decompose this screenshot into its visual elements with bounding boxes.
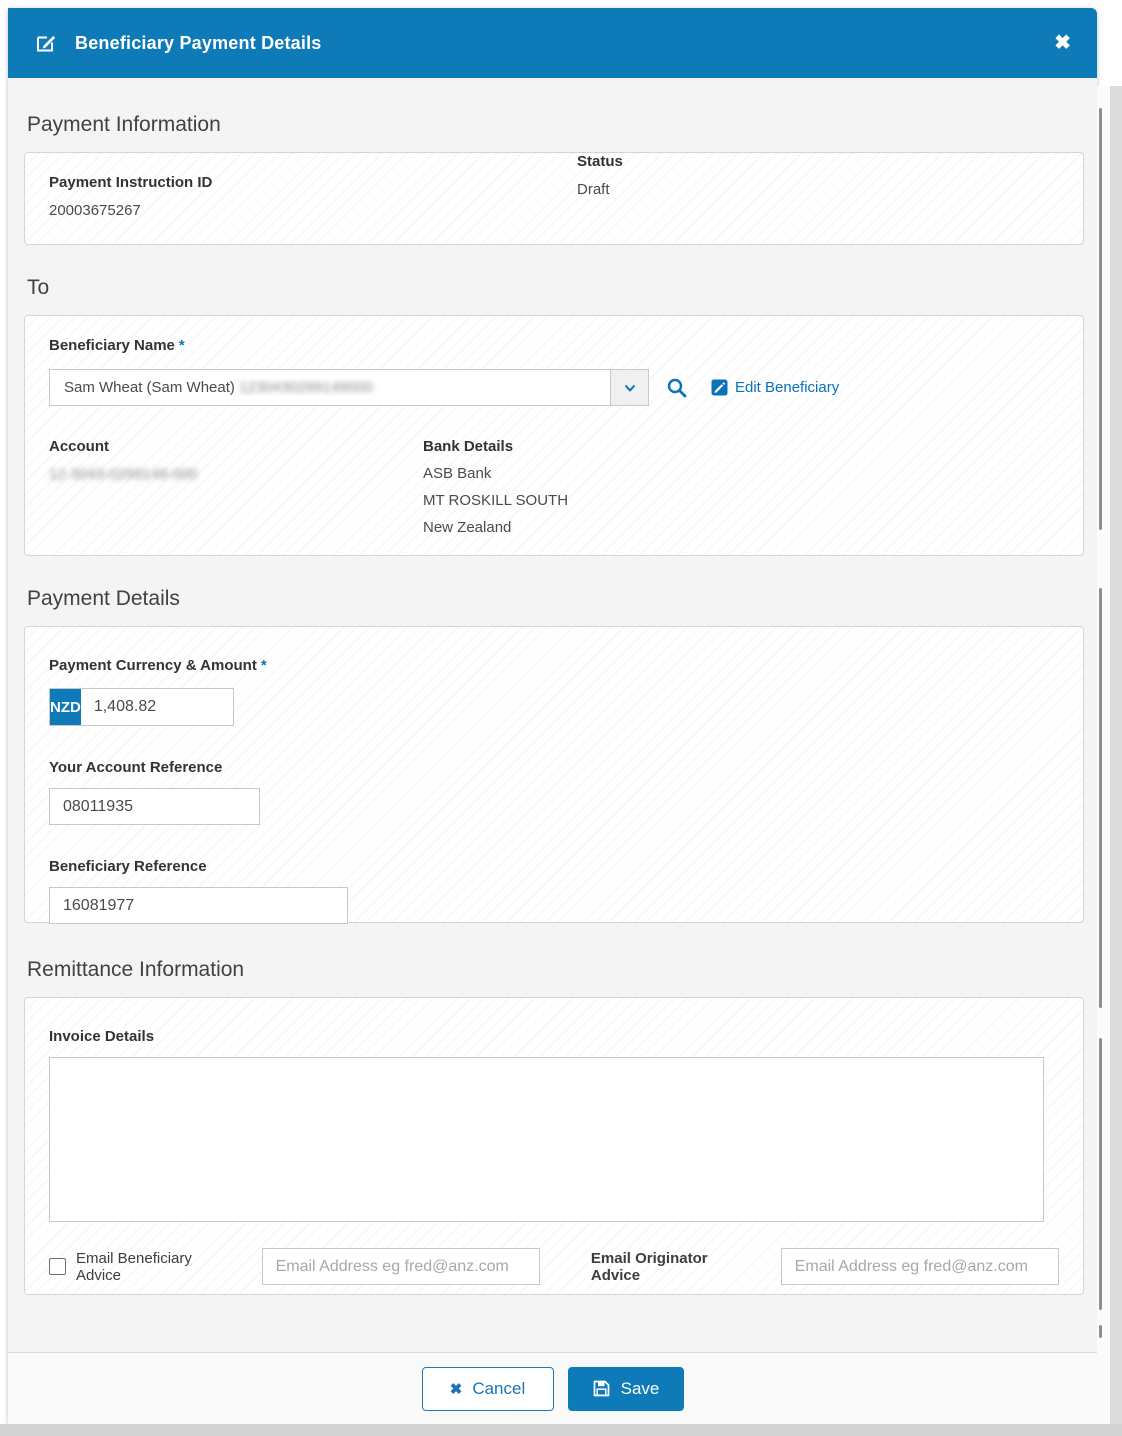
modal-body: Payment Information Payment Instruction …	[8, 113, 1097, 1295]
invoice-details-label: Invoice Details	[49, 1028, 1059, 1045]
payment-instruction-id-label: Payment Instruction ID	[49, 174, 1059, 191]
amount-input[interactable]	[81, 689, 301, 725]
bank-branch: MT ROSKILL SOUTH	[423, 493, 568, 509]
to-card: Beneficiary Name* Sam Wheat (Sam Wheat) …	[24, 315, 1084, 556]
scrollbar-thumb[interactable]	[1099, 108, 1102, 530]
account-bank-row: Account 12-3043-0299149-000 Bank Details…	[49, 438, 1059, 483]
modal-header: Beneficiary Payment Details ✖	[8, 8, 1097, 78]
bank-details-group: Bank Details ASB Bank MT ROSKILL SOUTH N…	[423, 438, 568, 536]
edit-document-icon	[34, 31, 58, 55]
beneficiary-name-label: Beneficiary Name*	[49, 337, 1059, 354]
email-beneficiary-advice-checkbox[interactable]	[49, 1258, 66, 1275]
to-heading: To	[27, 276, 1084, 300]
scrollbar-thumb[interactable]	[1099, 1038, 1102, 1310]
payment-instruction-id-value: 20003675267	[49, 202, 1059, 219]
beneficiary-name-text: Sam Wheat (Sam Wheat)	[64, 379, 239, 396]
search-icon[interactable]	[665, 376, 689, 400]
invoice-details-textarea[interactable]	[49, 1057, 1044, 1222]
email-beneficiary-advice-input[interactable]	[262, 1248, 540, 1285]
email-beneficiary-advice-label: Email Beneficiary Advice	[76, 1250, 239, 1284]
edit-beneficiary-link[interactable]: Edit Beneficiary	[711, 379, 839, 396]
payment-information-card: Payment Instruction ID 20003675267 Statu…	[24, 152, 1084, 245]
account-reference-input[interactable]	[49, 788, 260, 825]
email-originator-advice-input[interactable]	[781, 1248, 1059, 1285]
bank-details-label: Bank Details	[423, 438, 568, 455]
status-value: Draft	[577, 181, 623, 198]
email-originator-advice-label: Email Originator Advice	[591, 1250, 759, 1284]
beneficiary-number-text: 1230430299149000	[239, 379, 372, 396]
beneficiary-selected-option: Sam Wheat (Sam Wheat) 1230430299149000	[50, 379, 610, 396]
bank-country: New Zealand	[423, 520, 568, 536]
save-button[interactable]: Save	[568, 1367, 684, 1411]
page-backdrop-right	[1110, 86, 1122, 1424]
beneficiary-name-select[interactable]: Sam Wheat (Sam Wheat) 1230430299149000	[49, 369, 649, 406]
save-floppy-icon	[592, 1379, 611, 1398]
edit-pencil-square-icon	[711, 379, 728, 396]
payment-details-card: Payment Currency & Amount* NZD Your Acco…	[24, 626, 1084, 923]
close-icon[interactable]: ✖	[1054, 33, 1071, 53]
save-label: Save	[621, 1379, 660, 1399]
currency-amount-label: Payment Currency & Amount*	[49, 657, 1059, 674]
cancel-label: Cancel	[472, 1379, 525, 1399]
status-label: Status	[577, 153, 623, 170]
beneficiary-reference-input[interactable]	[49, 887, 348, 924]
required-asterisk: *	[179, 337, 185, 354]
remittance-information-heading: Remittance Information	[27, 958, 1084, 982]
payment-details-heading: Payment Details	[27, 587, 1084, 611]
edit-beneficiary-label: Edit Beneficiary	[735, 379, 839, 396]
email-advice-row: Email Beneficiary Advice Email Originato…	[49, 1248, 1059, 1285]
payment-instruction-id-group: Payment Instruction ID 20003675267	[49, 174, 1059, 219]
currency-badge[interactable]: NZD	[50, 689, 81, 725]
cancel-x-icon: ✖	[450, 1380, 463, 1398]
beneficiary-reference-label: Beneficiary Reference	[49, 858, 1059, 875]
cancel-button[interactable]: ✖ Cancel	[422, 1367, 554, 1411]
payment-information-heading: Payment Information	[27, 113, 1084, 137]
status-group: Status Draft	[577, 153, 623, 198]
modal-footer: ✖ Cancel Save	[8, 1352, 1097, 1424]
beneficiary-payment-details-modal: Beneficiary Payment Details ✖ Payment In…	[8, 8, 1097, 1424]
remittance-card: Invoice Details Email Beneficiary Advice…	[24, 997, 1084, 1295]
required-asterisk: *	[261, 657, 267, 674]
scrollbar-thumb[interactable]	[1099, 588, 1102, 1008]
currency-amount-label-text: Payment Currency & Amount	[49, 657, 257, 674]
chevron-down-icon[interactable]	[610, 370, 648, 405]
account-reference-label: Your Account Reference	[49, 759, 1059, 776]
bank-name: ASB Bank	[423, 466, 568, 482]
modal-title: Beneficiary Payment Details	[75, 33, 322, 54]
currency-amount-group: NZD	[49, 688, 234, 726]
beneficiary-select-row: Sam Wheat (Sam Wheat) 1230430299149000	[49, 369, 1059, 406]
page-backdrop-bottom	[0, 1424, 1122, 1436]
beneficiary-name-label-text: Beneficiary Name	[49, 337, 175, 354]
scrollbar[interactable]	[1097, 86, 1110, 1424]
scrollbar-thumb[interactable]	[1099, 1325, 1102, 1338]
